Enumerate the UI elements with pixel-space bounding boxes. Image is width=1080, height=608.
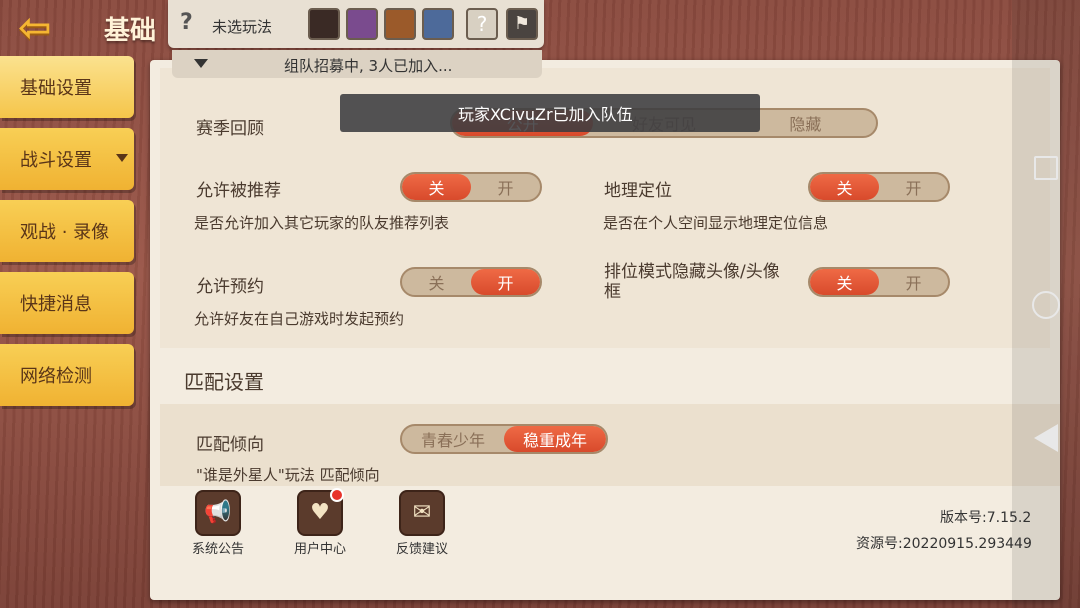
geo-location-desc: 是否在个人空间显示地理定位信息 [603, 214, 829, 232]
recent-apps-icon[interactable] [1034, 156, 1058, 180]
nav-tab-basic[interactable]: 基础设置 [0, 56, 134, 118]
match-settings-title: 匹配设置 [184, 370, 264, 394]
teammate-avatar-1[interactable] [308, 8, 340, 40]
teammate-avatar-4[interactable] [422, 8, 454, 40]
question-icon: ? [180, 10, 193, 35]
user-center-button[interactable]: ♥ 用户中心 [288, 488, 352, 557]
toggle-on-option[interactable]: 开 [471, 269, 540, 295]
team-bar: ? 未选玩法 ? ⚑ [168, 0, 544, 48]
announcement-label: 系统公告 [191, 542, 244, 557]
nav-tab-label: 网络检测 [20, 366, 92, 387]
teammate-avatar-2[interactable] [346, 8, 378, 40]
user-center-label: 用户中心 [293, 542, 346, 557]
toast-text: 玩家XCivuZr已加入队伍 [458, 105, 633, 124]
megaphone-icon: 📢 [195, 490, 241, 536]
match-option-mature[interactable]: 稳重成年 [504, 426, 606, 452]
flag-icon[interactable]: ⚑ [506, 8, 538, 40]
recruit-bar[interactable]: 组队招募中, 3人已加入... [172, 50, 542, 78]
notification-dot [330, 488, 344, 502]
settings-panel [150, 60, 1060, 600]
join-toast: 玩家XCivuZr已加入队伍 [340, 94, 760, 132]
page-title: 基础 [104, 16, 157, 46]
nav-tab-network[interactable]: 网络检测 [0, 344, 134, 406]
nav-tab-combat[interactable]: 战斗设置 [0, 128, 134, 190]
nav-tab-spectate[interactable]: 观战 · 录像 [0, 200, 134, 262]
announcement-button[interactable]: 📢 系统公告 [186, 490, 250, 557]
feedback-label: 反馈建议 [395, 542, 448, 557]
match-tendency-note: "谁是外星人"玩法 匹配倾向 [196, 466, 380, 484]
match-tendency-toggle[interactable]: 青春少年 稳重成年 [400, 424, 608, 454]
nav-tab-label: 基础设置 [20, 78, 92, 99]
toggle-off-option[interactable]: 关 [402, 174, 471, 200]
toggle-off-option[interactable]: 关 [810, 269, 879, 295]
nav-tab-label: 快捷消息 [20, 294, 92, 315]
empty-slot-question-icon[interactable]: ? [466, 8, 498, 40]
back-arrow-icon[interactable]: ⇦ [18, 8, 84, 48]
toggle-off-option[interactable]: 关 [402, 269, 471, 295]
allow-reserve-desc: 允许好友在自己游戏时发起预约 [194, 310, 405, 328]
teammate-avatar-3[interactable] [384, 8, 416, 40]
mode-label[interactable]: 未选玩法 [212, 16, 272, 37]
toggle-on-option[interactable]: 开 [879, 174, 948, 200]
match-tendency-label: 匹配倾向 [196, 435, 264, 455]
allow-reserve-toggle[interactable]: 关 开 [400, 267, 542, 297]
toggle-on-option[interactable]: 开 [471, 174, 540, 200]
home-icon[interactable] [1032, 291, 1060, 319]
caret-down-icon [116, 154, 128, 162]
nav-tab-label: 战斗设置 [20, 150, 92, 171]
allow-recommend-desc: 是否允许加入其它玩家的队友推荐列表 [194, 214, 450, 232]
nav-tab-quick-message[interactable]: 快捷消息 [0, 272, 134, 334]
allow-recommend-toggle[interactable]: 关 开 [400, 172, 542, 202]
resource-number: 资源号:20220915.293449 [856, 536, 1032, 552]
hide-avatar-toggle[interactable]: 关 开 [808, 267, 950, 297]
hide-avatar-label: 排位模式隐藏头像/头像框 [604, 262, 780, 302]
toggle-on-option[interactable]: 开 [879, 269, 948, 295]
back-icon[interactable] [1034, 424, 1058, 452]
recruit-status: 组队招募中, 3人已加入... [284, 57, 453, 75]
system-nav-bar [1012, 0, 1080, 608]
envelope-icon: ✉ [399, 490, 445, 536]
feedback-button[interactable]: ✉ 反馈建议 [390, 490, 454, 557]
allow-recommend-label: 允许被推荐 [196, 181, 281, 201]
toggle-off-option[interactable]: 关 [810, 174, 879, 200]
match-option-youth[interactable]: 青春少年 [402, 426, 504, 452]
nav-tab-label: 观战 · 录像 [20, 222, 110, 243]
geo-location-toggle[interactable]: 关 开 [808, 172, 950, 202]
geo-location-label: 地理定位 [604, 181, 672, 201]
season-review-label: 赛季回顾 [196, 119, 264, 139]
expand-arrow-icon[interactable] [194, 59, 208, 68]
allow-reserve-label: 允许预约 [196, 277, 264, 297]
